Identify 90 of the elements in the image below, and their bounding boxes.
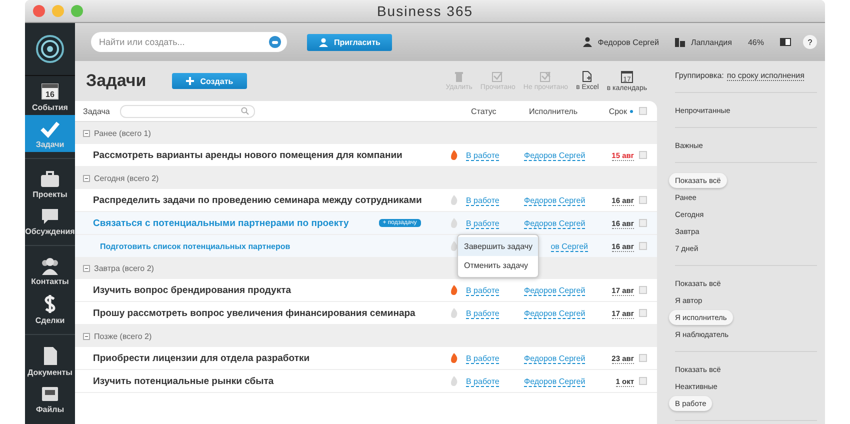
task-title[interactable]: Рассмотреть варианты аренды нового помещения для компании — [93, 150, 402, 160]
check-icon — [40, 120, 60, 138]
assignee-link[interactable]: Федоров Сергей — [524, 150, 586, 160]
status-link[interactable]: В работе — [466, 150, 500, 160]
task-search-field[interactable] — [120, 104, 255, 118]
assignee-link[interactable]: Федоров Сергей — [524, 286, 586, 296]
sidebar-item[interactable]: Проекты — [25, 165, 75, 202]
row-checkbox[interactable] — [639, 151, 647, 159]
collapse-icon[interactable] — [83, 332, 90, 340]
column-header: Задача — [83, 106, 110, 116]
document-icon — [41, 346, 59, 366]
column-header[interactable]: Срок — [601, 106, 627, 116]
status-link[interactable]: В работе — [466, 354, 500, 364]
assignee-link[interactable]: Федоров Сергей — [524, 196, 586, 206]
row-checkbox[interactable] — [639, 196, 647, 204]
trash-icon — [454, 71, 464, 82]
page-title: Задачи — [86, 71, 146, 91]
row-checkbox[interactable] — [639, 377, 647, 385]
zoom-icon[interactable] — [71, 5, 83, 17]
close-icon[interactable] — [33, 5, 45, 17]
minimize-icon[interactable] — [52, 5, 64, 17]
sidebar-item[interactable]: 16 События — [25, 76, 75, 115]
flame-icon[interactable] — [450, 353, 458, 363]
menu-item[interactable]: Завершить задачу — [458, 237, 538, 256]
user-name[interactable]: Федоров Сергей — [598, 38, 659, 46]
faded-flame-icon[interactable] — [450, 218, 458, 228]
status-link[interactable]: В работе — [466, 376, 500, 386]
window-title: Business 365 — [376, 3, 474, 19]
chat-icon — [40, 207, 60, 225]
sidebar-item[interactable]: Обсуждения — [25, 202, 75, 239]
grouping-label: Группировка: — [675, 71, 724, 80]
sidebar-item[interactable]: Сделки — [25, 289, 75, 328]
status-link[interactable]: В работе — [466, 286, 500, 296]
search-field[interactable]: Найти или создать... — [91, 32, 287, 52]
assignee-link[interactable]: Федоров Сергей — [524, 308, 586, 318]
row-checkbox[interactable] — [639, 286, 647, 294]
logo-icon — [35, 34, 65, 64]
faded-flame-icon[interactable] — [450, 376, 458, 386]
faded-flame-icon[interactable] — [450, 241, 458, 251]
person-icon — [582, 37, 592, 47]
crossed-checkbox-icon — [540, 71, 552, 82]
task-title[interactable]: Прошу рассмотреть вопрос увеличения финансирования семинара — [93, 308, 416, 318]
checkbox-icon — [492, 71, 504, 82]
building-icon — [674, 38, 685, 46]
assignee-link[interactable]: Федоров Сергей — [524, 354, 586, 364]
group-title: Сегодня (всего 2) — [94, 174, 159, 182]
select-all-checkbox[interactable] — [639, 107, 647, 115]
briefcase-icon — [40, 170, 60, 188]
sidebar-item[interactable]: Контакты — [25, 252, 75, 289]
assignee-link[interactable]: Федоров Сергей — [524, 376, 586, 386]
task-title[interactable]: Распределить задачи по проведению семинара между сотрудниками — [93, 194, 422, 206]
help-button[interactable]: ? — [803, 35, 817, 49]
search-icon — [240, 107, 249, 115]
create-button[interactable]: Создать — [172, 73, 248, 89]
export-file-icon — [582, 71, 592, 82]
storage-percent: 46% — [748, 38, 764, 46]
collapse-icon[interactable] — [83, 264, 90, 272]
row-checkbox[interactable] — [639, 354, 647, 362]
task-title[interactable]: Изучить потенциальные рынки сбыта — [93, 376, 274, 386]
status-link[interactable]: В работе — [466, 308, 500, 318]
dollar-icon — [43, 294, 57, 314]
row-checkbox[interactable] — [639, 309, 647, 317]
tray-icon — [40, 385, 60, 403]
row-checkbox[interactable] — [639, 242, 647, 250]
faded-flame-icon[interactable] — [450, 195, 458, 205]
person-icon — [319, 38, 328, 46]
flame-icon[interactable] — [450, 150, 458, 160]
sidebar-item[interactable]: Документы — [25, 341, 75, 380]
group-title: Завтра (всего 2) — [94, 264, 154, 272]
faded-flame-icon[interactable] — [450, 308, 458, 318]
grouping-link[interactable]: по сроку исполнения — [726, 71, 804, 81]
flame-icon[interactable] — [450, 285, 458, 295]
people-icon — [39, 257, 61, 275]
company-name[interactable]: Лапландия — [690, 38, 732, 46]
status-link[interactable]: В работе — [466, 196, 500, 206]
column-header[interactable]: Статус — [471, 106, 529, 116]
task-title[interactable]: Приобрести лицензии для отдела разработки — [93, 352, 310, 364]
plus-icon — [186, 77, 194, 85]
sidebar-item[interactable]: Файлы — [25, 380, 75, 417]
collapse-icon[interactable] — [83, 130, 90, 136]
row-checkbox[interactable] — [639, 219, 647, 227]
group-title: Позже (всего 2) — [94, 332, 152, 340]
collapse-icon[interactable] — [83, 174, 90, 182]
column-header[interactable]: Исполнитель — [529, 106, 601, 116]
battery-icon — [780, 38, 791, 46]
menu-item[interactable]: Отменить задачу — [458, 256, 538, 275]
task-title[interactable]: Изучить вопрос брендирования продукта — [93, 284, 292, 296]
group-title: Ранее (всего 1) — [94, 128, 151, 138]
calendar-icon: 16 — [40, 81, 60, 101]
sort-icon — [630, 110, 633, 112]
